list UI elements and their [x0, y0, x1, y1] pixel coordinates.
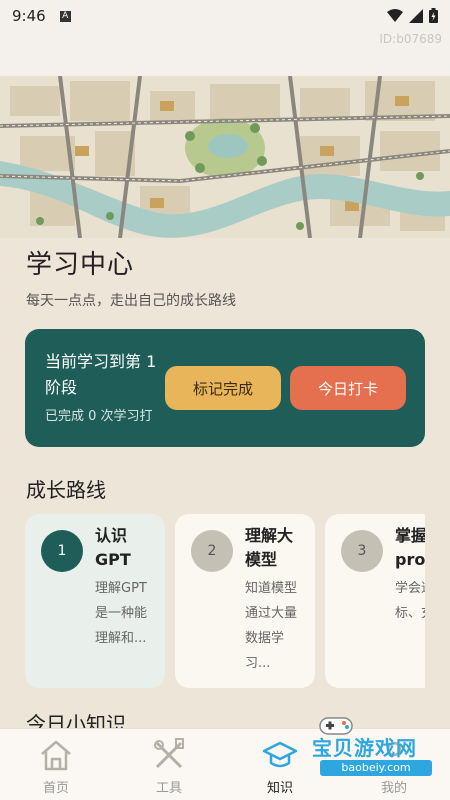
step-name: 掌握prom: [395, 526, 425, 569]
watermark-text: 宝贝游戏网: [312, 736, 417, 760]
city-map-illustration: [0, 76, 450, 238]
wifi-icon: [387, 8, 403, 22]
checkin-button[interactable]: 今日打卡: [290, 366, 406, 410]
nav-item-home[interactable]: 首页: [16, 733, 96, 797]
status-bar: 9:46 A: [0, 0, 450, 32]
step-name: 理解大模型: [245, 526, 294, 569]
step-description: 知道模型通过大量数据学习...: [245, 581, 298, 671]
path-card-3[interactable]: 3 掌握prom 学会述目标、充背: [325, 514, 425, 688]
mark-done-button[interactable]: 标记完成: [165, 366, 281, 410]
id-label: ID:b07689: [379, 32, 442, 46]
step-name: 认识GPT: [95, 526, 131, 569]
battery-icon: [429, 8, 438, 23]
path-card-2[interactable]: 2 理解大模型 知道模型通过大量数据学习...: [175, 514, 315, 688]
home-icon: [41, 740, 71, 771]
nav-label-tools: 工具: [155, 781, 182, 796]
current-stage-text: 当前学习到第 1 阶段: [45, 352, 157, 397]
page-subtitle: 每天一点点，走出自己的成长路线: [26, 293, 236, 309]
nav-label-home: 首页: [42, 781, 69, 796]
signal-icon: [409, 8, 423, 23]
progress-card: 当前学习到第 1 阶段 已完成 0 次学习打 标记完成 今日打卡: [25, 329, 425, 447]
status-time: 9:46: [12, 7, 46, 25]
nav-item-tools[interactable]: 工具: [129, 733, 209, 797]
step-number: 1: [41, 530, 83, 572]
path-card-1[interactable]: 1 认识GPT 理解GPT是一种能理解和...: [25, 514, 165, 688]
tools-icon: [154, 738, 184, 769]
growth-path-title: 成长路线: [26, 478, 106, 502]
step-description: 学会述目标、充背: [395, 581, 425, 621]
completed-count-text: 已完成 0 次学习打: [45, 409, 153, 424]
watermark-url: baobeiy.com: [320, 760, 432, 776]
notification-icon: A: [59, 10, 71, 22]
step-description: 理解GPT是一种能理解和...: [95, 581, 148, 646]
status-icons: [387, 8, 438, 23]
step-number: 3: [341, 530, 383, 572]
watermark-logo: 宝贝游戏网 baobeiy.com: [272, 712, 448, 784]
growth-path-list[interactable]: 1 认识GPT 理解GPT是一种能理解和... 2 理解大模型 知道模型通过大量…: [25, 514, 425, 690]
page-title: 学习中心: [26, 250, 135, 280]
step-number: 2: [191, 530, 233, 572]
